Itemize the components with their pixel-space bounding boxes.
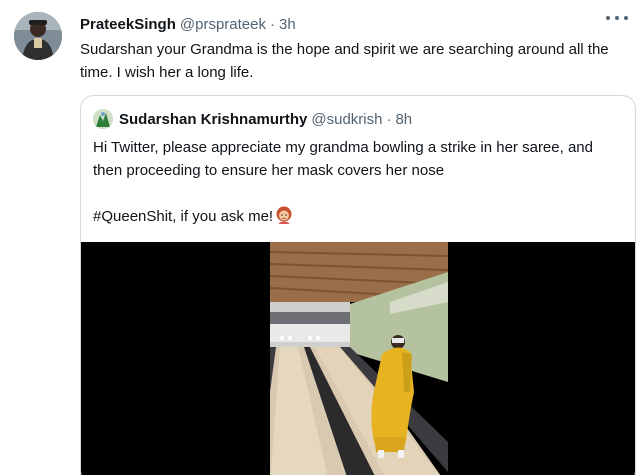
tweet-time[interactable]: 3h [279, 16, 296, 33]
bowling-video-frame[interactable] [270, 242, 448, 475]
quoted-text-hashtag-line: #QueenShit, if you ask me! [93, 205, 623, 228]
separator: · [269, 15, 275, 33]
quoted-author-name[interactable]: Sudarshan Krishnamurthy [119, 111, 307, 128]
quoted-tweet-header: Sudarshan Krishnamurthy @sudkrish · 8h [93, 108, 412, 130]
tweet[interactable]: PrateekSingh @prsprateek · 3h Sudarshan … [0, 0, 642, 475]
hashtag-text: #QueenShit, if you ask me! [93, 208, 274, 225]
author-name[interactable]: PrateekSingh [80, 16, 176, 33]
tweet-text: Sudarshan your Grandma is the hope and s… [80, 41, 609, 81]
quoted-tweet-time[interactable]: 8h [395, 111, 412, 128]
woman-red-hair-emoji-icon [275, 206, 293, 224]
tweet-header: PrateekSingh @prsprateek · 3h [80, 14, 296, 34]
separator: · [386, 110, 392, 128]
video-thumbnail[interactable] [81, 242, 635, 475]
quoted-text-line: Hi Twitter, please appreciate my grandma… [93, 139, 593, 179]
quoted-avatar [93, 109, 113, 129]
quoted-author-handle[interactable]: @sudkrish [311, 111, 382, 128]
author-handle[interactable]: @prsprateek [180, 16, 266, 33]
more-options-icon[interactable] [606, 10, 628, 26]
quoted-tweet[interactable]: Sudarshan Krishnamurthy @sudkrish · 8h H… [80, 95, 636, 475]
quoted-tweet-text: Hi Twitter, please appreciate my grandma… [93, 136, 623, 228]
avatar[interactable] [14, 12, 62, 60]
